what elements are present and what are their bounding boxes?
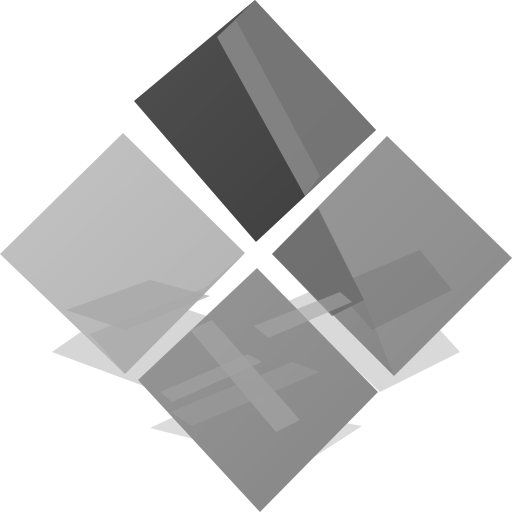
tile-gaps (244, 241, 273, 269)
diamond-tiles-logo-icon (0, 0, 512, 512)
logo-canvas (0, 0, 512, 512)
